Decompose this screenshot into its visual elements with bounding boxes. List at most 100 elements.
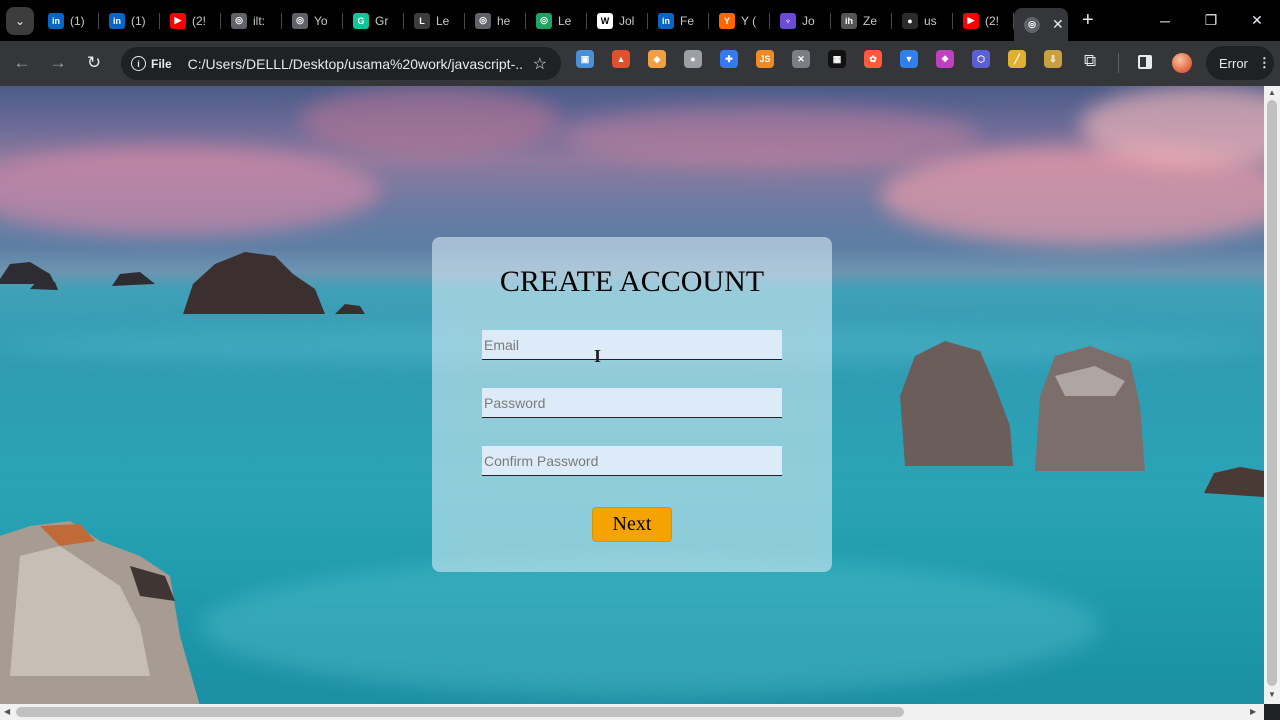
profile-error-button[interactable]: Error ⋮: [1206, 46, 1274, 80]
side-panel-icon[interactable]: [1138, 55, 1152, 69]
ext-7-icon[interactable]: ✕: [792, 50, 810, 68]
arrow-left-icon: ←: [13, 53, 31, 72]
ext-12-icon[interactable]: ⬡: [972, 50, 990, 68]
tab-title: Jo: [802, 13, 815, 28]
tab-title: Le: [436, 13, 450, 28]
password-field[interactable]: [482, 388, 782, 418]
browser-tab[interactable]: ◎ ilt:: [221, 0, 282, 41]
email-field[interactable]: [482, 330, 782, 360]
ext-13-icon[interactable]: ╱: [1008, 50, 1026, 68]
ext-8-icon[interactable]: ▦: [828, 50, 846, 68]
ext-10-icon[interactable]: ▼: [900, 50, 918, 68]
browser-tab-active[interactable]: ◎ ✕: [1014, 8, 1068, 41]
address-bar[interactable]: i File C:/Users/DELLL/Desktop/usama%20wo…: [121, 47, 561, 80]
globe-icon: ◎: [1024, 16, 1040, 33]
ext-5-icon[interactable]: ✚: [720, 50, 738, 68]
avatar[interactable]: [1172, 53, 1192, 73]
tab-title: Ze: [863, 13, 878, 28]
rock-right-edge: [1204, 467, 1264, 497]
tab-title: (1): [131, 13, 146, 28]
ext-9-icon[interactable]: ✿: [864, 50, 882, 68]
browser-tab[interactable]: ◎ Le: [526, 0, 587, 41]
confirm-password-field[interactable]: [482, 446, 782, 476]
scroll-up-icon[interactable]: ▲: [1268, 88, 1276, 97]
browser-tab[interactable]: Y Y (: [709, 0, 770, 41]
info-icon: i: [131, 56, 146, 71]
linkedin-icon: in: [48, 12, 64, 29]
minimize-button[interactable]: ─: [1142, 0, 1188, 41]
vertical-scrollbar[interactable]: ▲ ▼: [1264, 86, 1280, 704]
scroll-left-icon[interactable]: ◀: [4, 707, 10, 716]
leetcode-icon: L: [414, 12, 430, 29]
ext-11-icon[interactable]: ❖: [936, 50, 954, 68]
close-tab-icon[interactable]: ✕: [1052, 16, 1064, 33]
ext-14-icon[interactable]: ⇩: [1044, 50, 1062, 68]
tab-title: (2!: [985, 13, 1000, 28]
browser-tab[interactable]: W Jol: [587, 0, 648, 41]
tab-list: in (1) in (1) ▶ (2! ◎ ilt: ◎ Yo G Gr L Le ◎ he ◎ Le W Jol in…: [38, 0, 1068, 41]
rock-right-arch: [900, 341, 1145, 471]
scroll-down-icon[interactable]: ▼: [1268, 690, 1276, 699]
horizontal-scroll-thumb[interactable]: [16, 707, 904, 717]
browser-tab[interactable]: ▶ (2!: [953, 0, 1014, 41]
extensions-puzzle-icon[interactable]: ⧉: [1084, 51, 1096, 71]
tab-title: Y (: [741, 13, 757, 28]
browser-tab[interactable]: G Gr: [343, 0, 404, 41]
url-text[interactable]: C:/Users/DELLL/Desktop/usama%20work/java…: [188, 56, 524, 72]
restore-icon: ❐: [1204, 12, 1218, 28]
browser-tab[interactable]: ◎ he: [465, 0, 526, 41]
vertical-scroll-thumb[interactable]: [1267, 100, 1277, 686]
browser-tab[interactable]: in Fe: [648, 0, 709, 41]
browser-tab[interactable]: ih Ze: [831, 0, 892, 41]
browser-tab[interactable]: L Le: [404, 0, 465, 41]
stethoscope-icon: ♆: [780, 12, 796, 29]
ext-2-icon[interactable]: ▲: [612, 50, 630, 68]
ext-6-icon[interactable]: JS: [756, 50, 774, 68]
ext-3-icon[interactable]: ◆: [648, 50, 666, 68]
globe-icon: ◎: [536, 12, 552, 29]
arrow-right-icon: →: [49, 53, 67, 72]
browser-tab[interactable]: ● us: [892, 0, 953, 41]
bookmark-star-icon[interactable]: ☆: [533, 54, 547, 74]
youtube-icon: ▶: [963, 12, 979, 29]
tab-title: Le: [558, 13, 572, 28]
new-tab-button[interactable]: +: [1082, 9, 1102, 32]
close-window-button[interactable]: ✕: [1234, 0, 1280, 41]
linkedin-icon: in: [658, 12, 674, 29]
browser-tab[interactable]: in (1): [38, 0, 99, 41]
tab-title: us: [924, 13, 937, 28]
horizontal-scrollbar[interactable]: ◀ ▶: [0, 704, 1264, 720]
rock-small-islands: [0, 262, 155, 290]
tab-title: Jol: [619, 13, 635, 28]
ih-icon: ih: [841, 12, 857, 29]
tab-strip: ⌄ in (1) in (1) ▶ (2! ◎ ilt: ◎ Yo G Gr L Le ◎ he ◎ Le W Jol…: [0, 0, 1280, 41]
next-button[interactable]: Next: [592, 507, 672, 542]
ycombinator-icon: Y: [719, 12, 735, 29]
forward-button[interactable]: →: [40, 45, 76, 81]
tab-title: Yo: [314, 13, 328, 28]
menu-dots-icon: ⋮: [1257, 55, 1271, 70]
plus-icon: +: [1082, 9, 1094, 31]
site-info-chip[interactable]: i File: [131, 56, 172, 71]
browser-tab[interactable]: ▶ (2!: [160, 0, 221, 41]
tab-search-button[interactable]: ⌄: [6, 6, 34, 35]
globe-icon: ◎: [292, 12, 308, 29]
browser-tab[interactable]: ◎ Yo: [282, 0, 343, 41]
rock-foreground-cliff: [0, 521, 200, 704]
tab-title: he: [497, 13, 511, 28]
back-button[interactable]: ←: [4, 45, 40, 81]
browser-tab[interactable]: ♆ Jo: [770, 0, 831, 41]
scroll-right-icon[interactable]: ▶: [1250, 707, 1256, 716]
reload-button[interactable]: ↻: [76, 45, 112, 81]
browser-tab[interactable]: in (1): [99, 0, 160, 41]
close-icon: ✕: [1251, 12, 1263, 28]
ext-4-icon[interactable]: ●: [684, 50, 702, 68]
restore-button[interactable]: ❐: [1188, 0, 1234, 41]
ext-1-icon[interactable]: ▣: [576, 50, 594, 68]
create-account-card: CREATE ACCOUNT Next: [432, 237, 832, 572]
linkedin-icon: in: [109, 12, 125, 29]
background-cloud: [560, 106, 980, 166]
window-controls: ─ ❐ ✕: [1142, 0, 1280, 41]
tab-title: (1): [70, 13, 85, 28]
grammarly-icon: G: [353, 12, 369, 29]
